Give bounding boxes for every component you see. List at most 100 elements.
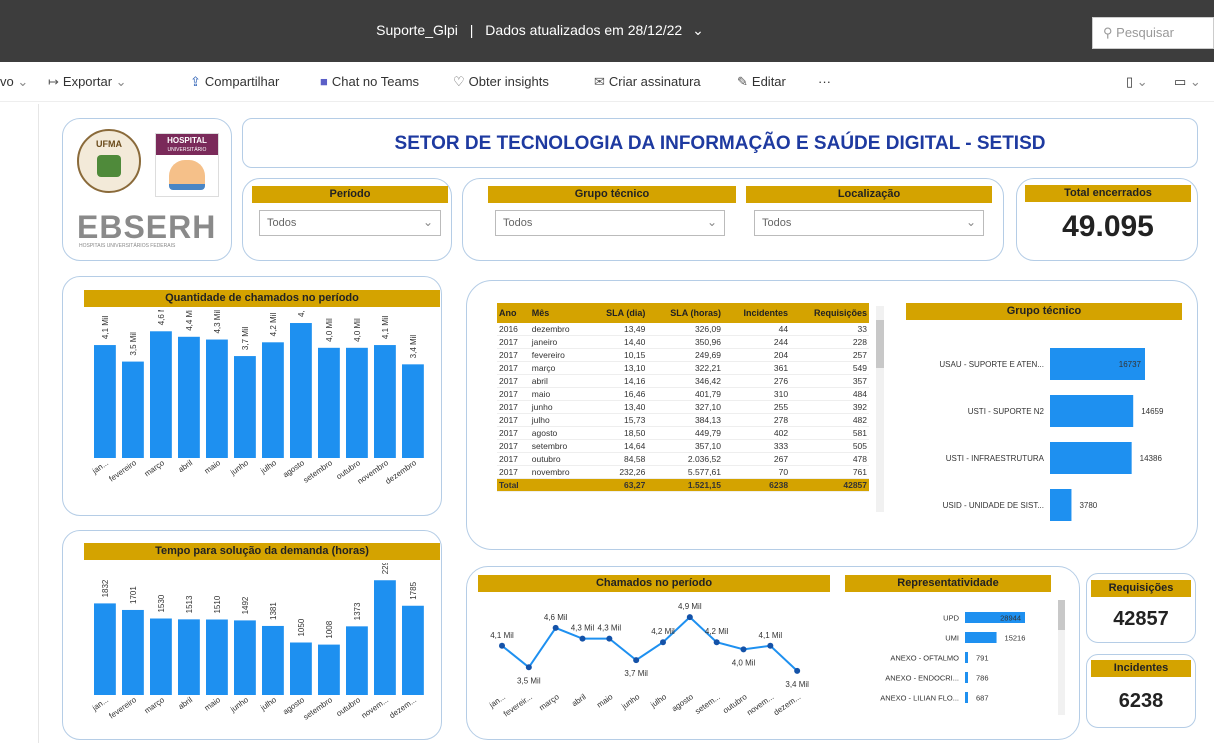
column-header[interactable]: Ano bbox=[497, 303, 530, 323]
data-label: 791 bbox=[976, 654, 989, 663]
data-label: 4,1 Mil bbox=[381, 315, 390, 339]
incidents-value: 6238 bbox=[1118, 690, 1164, 712]
bar bbox=[290, 642, 312, 695]
bar bbox=[1050, 395, 1134, 427]
column-header[interactable]: SLA (horas) bbox=[647, 303, 723, 323]
export-icon: ↦ bbox=[48, 74, 59, 89]
bar bbox=[94, 603, 116, 695]
data-point bbox=[606, 635, 613, 642]
total-cell: 6238 bbox=[722, 478, 791, 492]
scrollbar-thumb[interactable] bbox=[876, 320, 884, 368]
data-point bbox=[740, 646, 747, 653]
table-cell: 581 bbox=[790, 426, 869, 440]
data-label: 1373 bbox=[353, 602, 362, 620]
subscribe-button[interactable]: ✉ Criar assinatura bbox=[594, 74, 701, 90]
bar bbox=[346, 347, 368, 458]
bar bbox=[150, 331, 172, 458]
column-header[interactable]: SLA (dia) bbox=[587, 303, 648, 323]
tick-label: jan... bbox=[90, 695, 110, 713]
table-cell: dezembro bbox=[529, 323, 588, 336]
table-row: 2017 janeiro 14,40 350,96 244 228 bbox=[497, 335, 869, 349]
table-cell: maio bbox=[529, 387, 588, 401]
table-cell: 2017 bbox=[497, 387, 530, 401]
table-scrollbar[interactable] bbox=[876, 306, 884, 512]
toolbar: vo ⌄ ↦ Exportar ⌄ ⇪ Compartilhar ■ Chat no … bbox=[0, 62, 1214, 102]
group-value: Todos bbox=[503, 217, 533, 229]
table-cell: 449,79 bbox=[647, 426, 723, 440]
representativeness-scrollbar[interactable] bbox=[1058, 600, 1065, 715]
period-dropdown[interactable]: Todos ⌄ bbox=[259, 210, 441, 236]
bar bbox=[178, 619, 200, 695]
more-options-button[interactable]: ··· bbox=[818, 74, 831, 89]
ufma-text: UFMA bbox=[96, 139, 122, 149]
bar bbox=[318, 644, 340, 695]
lightbulb-icon: ♡ bbox=[453, 74, 465, 89]
column-header[interactable]: Incidentes bbox=[722, 303, 791, 323]
sla-table: Ano Mês SLA (dia) SLA (horas) Incidentes Requ… bbox=[497, 303, 869, 492]
table-row: 2016 dezembro 13,49 326,09 44 33 bbox=[497, 323, 869, 336]
group-dropdown[interactable]: Todos ⌄ bbox=[495, 210, 725, 236]
tick-label: fevereir... bbox=[502, 692, 534, 718]
table-cell: 2016 bbox=[497, 323, 530, 336]
chevron-down-icon: ⌄ bbox=[1136, 74, 1148, 89]
teams-chat-button[interactable]: ■ Chat no Teams bbox=[320, 74, 419, 89]
table-cell: 276 bbox=[722, 374, 791, 388]
table-cell: 2017 bbox=[497, 335, 530, 349]
table-row: 2017 junho 13,40 327,10 255 392 bbox=[497, 400, 869, 414]
tick-label: julho bbox=[258, 458, 278, 476]
data-label: 4,2 Mil bbox=[651, 627, 675, 636]
column-header[interactable]: Mês bbox=[529, 303, 588, 323]
category-label: UPD bbox=[943, 614, 959, 623]
table-cell: 249,69 bbox=[647, 348, 723, 362]
chevron-down-icon[interactable]: ⌄ bbox=[692, 22, 704, 38]
view-button[interactable]: ▭ ⌄ bbox=[1174, 74, 1201, 90]
table-cell: 2017 bbox=[497, 465, 530, 479]
total-cell: 42857 bbox=[790, 478, 869, 492]
share-button[interactable]: ⇪ Compartilhar bbox=[190, 74, 279, 90]
table-cell: 10,15 bbox=[587, 348, 648, 362]
data-label: 1050 bbox=[297, 618, 306, 636]
bookmark-button[interactable]: ▯ ⌄ bbox=[1126, 74, 1148, 90]
table-cell: 278 bbox=[722, 413, 791, 427]
bookmark-icon: ▯ bbox=[1126, 74, 1134, 89]
tick-label: outubro bbox=[335, 695, 363, 718]
file-menu[interactable]: vo ⌄ bbox=[0, 74, 28, 90]
bar bbox=[122, 361, 144, 458]
data-label: 1510 bbox=[213, 595, 222, 613]
tick-label: maio bbox=[203, 458, 223, 476]
table-row: 2017 fevereiro 10,15 249,69 204 257 bbox=[497, 348, 869, 362]
export-button[interactable]: ↦ Exportar ⌄ bbox=[48, 74, 127, 90]
table-header-row: Ano Mês SLA (dia) SLA (horas) Incidentes Requ… bbox=[497, 303, 869, 323]
search-input[interactable]: ⚲ Pesquisar bbox=[1092, 17, 1214, 49]
data-label: 4,0 Mil bbox=[353, 318, 362, 342]
table-cell: 16,46 bbox=[587, 387, 648, 401]
table-cell: 2017 bbox=[497, 400, 530, 414]
location-dropdown[interactable]: Todos ⌄ bbox=[754, 210, 984, 236]
bar bbox=[150, 618, 172, 695]
tick-label: fevereiro bbox=[107, 458, 138, 484]
teams-icon: ■ bbox=[320, 74, 328, 89]
edit-button[interactable]: ✎ Editar bbox=[737, 74, 786, 90]
report-header[interactable]: Suporte_Glpi | Dados atualizados em 28/1… bbox=[0, 22, 1080, 39]
table-cell: 257 bbox=[790, 348, 869, 362]
tick-label: novem... bbox=[745, 692, 775, 717]
search-icon: ⚲ bbox=[1103, 25, 1113, 40]
hospital-text: HOSPITAL bbox=[156, 134, 218, 147]
table-cell: 392 bbox=[790, 400, 869, 414]
scrollbar-thumb[interactable] bbox=[1058, 600, 1065, 630]
column-header[interactable]: Requisições bbox=[790, 303, 869, 323]
insights-button[interactable]: ♡ Obter insights bbox=[453, 74, 549, 90]
bar bbox=[234, 356, 256, 458]
table-cell: 346,42 bbox=[647, 374, 723, 388]
data-label: 2295 bbox=[381, 563, 390, 574]
table-cell: 2017 bbox=[497, 426, 530, 440]
total-closed-value: 49.095 bbox=[1062, 210, 1154, 243]
tick-label: setembro bbox=[302, 458, 335, 485]
data-point bbox=[579, 635, 586, 642]
table-cell: 228 bbox=[790, 335, 869, 349]
chevron-down-icon: ⌄ bbox=[1189, 74, 1201, 89]
requests-label: Requisições bbox=[1091, 580, 1191, 597]
data-point bbox=[767, 642, 774, 649]
chevron-down-icon: ⌄ bbox=[115, 74, 127, 89]
table-cell: 70 bbox=[722, 465, 791, 479]
